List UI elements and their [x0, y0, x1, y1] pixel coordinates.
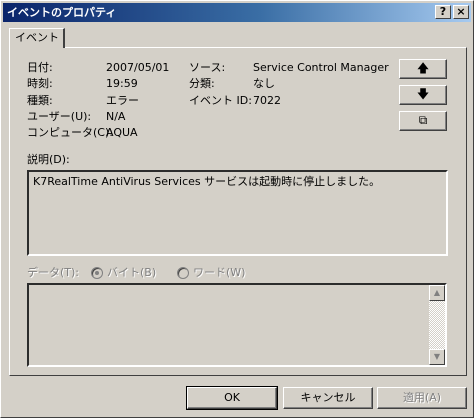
- event-id-value: 7022: [253, 94, 281, 107]
- time-value: 19:59: [106, 77, 138, 90]
- close-button[interactable]: ×: [453, 5, 469, 19]
- apply-button[interactable]: 適用(A): [377, 387, 467, 409]
- user-label: ユーザー(U):: [27, 110, 92, 123]
- bytes-radio-label: バイト(B): [107, 266, 157, 279]
- previous-event-button[interactable]: 🡅: [399, 59, 447, 79]
- description-text: K7RealTime AntiVirus Services サービスは起動時に停…: [33, 175, 381, 188]
- cancel-button[interactable]: キャンセル: [283, 387, 373, 409]
- data-scrollbar[interactable]: ▲ ▼: [429, 285, 445, 365]
- time-label: 時刻:: [27, 77, 53, 90]
- arrow-down-icon: 🡇: [416, 87, 430, 101]
- description-label: 説明(D):: [27, 153, 70, 166]
- category-value: なし: [253, 77, 275, 90]
- source-value: Service Control Manager: [253, 61, 389, 74]
- tab-event-label: イベント: [15, 31, 59, 44]
- computer-label: コンピュータ(C):: [27, 126, 113, 139]
- data-textbox[interactable]: ▲ ▼: [27, 283, 447, 367]
- help-button[interactable]: ?: [435, 5, 451, 19]
- copy-icon: ⧉: [418, 113, 428, 127]
- date-value: 2007/05/01: [106, 61, 170, 74]
- data-label: データ(T):: [27, 266, 80, 279]
- description-textbox[interactable]: K7RealTime AntiVirus Services サービスは起動時に停…: [27, 170, 448, 256]
- user-value: N/A: [106, 110, 126, 123]
- event-id-label: イベント ID:: [189, 94, 252, 107]
- bytes-radio[interactable]: [91, 267, 103, 279]
- scroll-up-icon[interactable]: ▲: [429, 285, 445, 301]
- computer-value: AQUA: [106, 126, 138, 139]
- words-radio[interactable]: [177, 267, 189, 279]
- tab-event[interactable]: イベント: [9, 28, 65, 48]
- type-value: エラー: [106, 94, 139, 107]
- copy-button[interactable]: ⧉: [399, 111, 447, 131]
- arrow-up-icon: 🡅: [416, 61, 430, 75]
- category-label: 分類:: [189, 77, 215, 90]
- type-label: 種類:: [27, 94, 53, 107]
- source-label: ソース:: [189, 61, 226, 74]
- event-properties-dialog: イベントのプロパティ ? × イベント 日付: 時刻: 種類: ユーザー(U):…: [0, 0, 474, 418]
- window-title: イベントのプロパティ: [7, 6, 117, 19]
- title-bar: イベントのプロパティ: [3, 3, 471, 22]
- words-radio-label: ワード(W): [193, 266, 246, 279]
- ok-button[interactable]: OK: [186, 386, 278, 410]
- date-label: 日付:: [27, 61, 53, 74]
- scroll-down-icon[interactable]: ▼: [429, 349, 445, 365]
- next-event-button[interactable]: 🡇: [399, 85, 447, 105]
